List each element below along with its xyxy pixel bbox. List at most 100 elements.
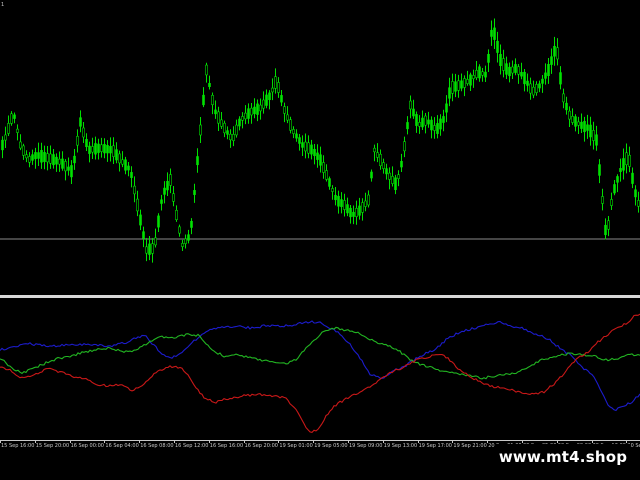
candle-body: [448, 87, 451, 99]
candle-body: [598, 164, 601, 176]
candle-body: [625, 152, 628, 166]
candle-body: [553, 45, 556, 57]
candle-body: [76, 136, 79, 146]
candle-body: [595, 134, 598, 146]
candle-body: [409, 100, 412, 110]
candle-body: [385, 168, 388, 175]
candle-body: [115, 149, 118, 161]
candle-body: [484, 71, 487, 78]
candle-body: [241, 116, 244, 121]
candle-body: [109, 146, 112, 154]
candle-body: [490, 29, 493, 37]
candle-body: [289, 119, 292, 131]
candle-body: [313, 148, 316, 157]
candle-body: [367, 194, 370, 206]
indicator-window[interactable]: [0, 298, 640, 440]
candle-body: [61, 158, 64, 169]
candle-body: [586, 124, 589, 131]
candle-body: [439, 118, 442, 130]
candle-body: [616, 176, 619, 183]
candle-body: [496, 40, 499, 53]
candle-body: [52, 154, 55, 166]
candle-body: [307, 142, 310, 154]
candle-body: [475, 70, 478, 78]
candle-body: [364, 200, 367, 207]
candle-body: [19, 141, 22, 149]
time-axis-label: 15 Sep 16:00: [1, 443, 35, 449]
candle-body: [286, 114, 289, 121]
candle-body: [28, 156, 31, 163]
candle-body: [196, 156, 199, 166]
candle-body: [37, 152, 40, 159]
candle-body: [1, 139, 4, 151]
candle-body: [277, 82, 280, 93]
candle-body: [574, 116, 577, 127]
candle-body: [562, 93, 565, 103]
candle-body: [334, 194, 337, 201]
candle-body: [181, 243, 184, 247]
candle-body: [295, 133, 298, 139]
candle-body: [445, 103, 448, 113]
candle-body: [469, 74, 472, 86]
candle-body: [502, 58, 505, 71]
candle-body: [268, 92, 271, 101]
candle-body: [589, 124, 592, 138]
candle-body: [544, 72, 547, 79]
candle-body: [271, 87, 274, 93]
candle-body: [253, 106, 256, 115]
candle-body: [217, 111, 220, 124]
candle-body: [508, 66, 511, 77]
candle-body: [139, 214, 142, 226]
candle-body: [391, 176, 394, 184]
candle-body: [4, 134, 7, 141]
candle-body: [88, 145, 91, 154]
candle-body: [523, 71, 526, 85]
candle-body: [388, 172, 391, 180]
candle-body: [229, 133, 232, 141]
candle-body: [319, 154, 322, 166]
candle-body: [547, 63, 550, 77]
indicator-canvas[interactable]: [0, 298, 640, 440]
indicator-line-green: [0, 326, 640, 380]
time-axis-label: 19 Sep 21:00: [453, 443, 487, 449]
candle-body: [280, 95, 283, 103]
candle-body: [70, 165, 73, 178]
candle-body: [424, 115, 427, 126]
candle-body: [55, 156, 58, 165]
candle-body: [7, 123, 10, 134]
candle-body: [190, 220, 193, 228]
candle-body: [316, 152, 319, 160]
candle-body: [478, 66, 481, 79]
candle-body: [205, 64, 208, 76]
candle-body: [517, 66, 520, 75]
candle-body: [406, 122, 409, 130]
candle-body: [247, 108, 250, 119]
candle-body: [628, 154, 631, 167]
candle-body: [376, 152, 379, 158]
candle-body: [379, 153, 382, 167]
candle-body: [421, 117, 424, 128]
candle-body: [460, 80, 463, 89]
candle-body: [121, 159, 124, 165]
candle-body: [583, 120, 586, 133]
candle-body: [136, 198, 139, 212]
candle-body: [301, 142, 304, 148]
candle-body: [481, 71, 484, 76]
candle-body: [265, 94, 268, 106]
trading-terminal: 1 15 Sep 16:00 15 Sep 20:00 16 Sep 00:00 16…: [0, 0, 640, 480]
time-axis-label: 16 Sep 16:00: [209, 443, 244, 449]
candle-body: [577, 121, 580, 126]
candle-body: [427, 119, 430, 125]
time-axis-label: 19 Sep 17:00: [418, 443, 452, 449]
candle-body: [538, 83, 541, 89]
price-chart-canvas[interactable]: [0, 0, 640, 296]
candle-body: [64, 161, 67, 172]
candle-body: [58, 158, 61, 165]
time-axis-label: 19 Sep 05:00: [314, 443, 348, 449]
price-chart[interactable]: 1: [0, 0, 640, 296]
candle-body: [622, 158, 625, 171]
candle-body: [571, 116, 574, 123]
candle-body: [418, 122, 421, 127]
candle-body: [187, 234, 190, 241]
candle-body: [106, 145, 109, 154]
